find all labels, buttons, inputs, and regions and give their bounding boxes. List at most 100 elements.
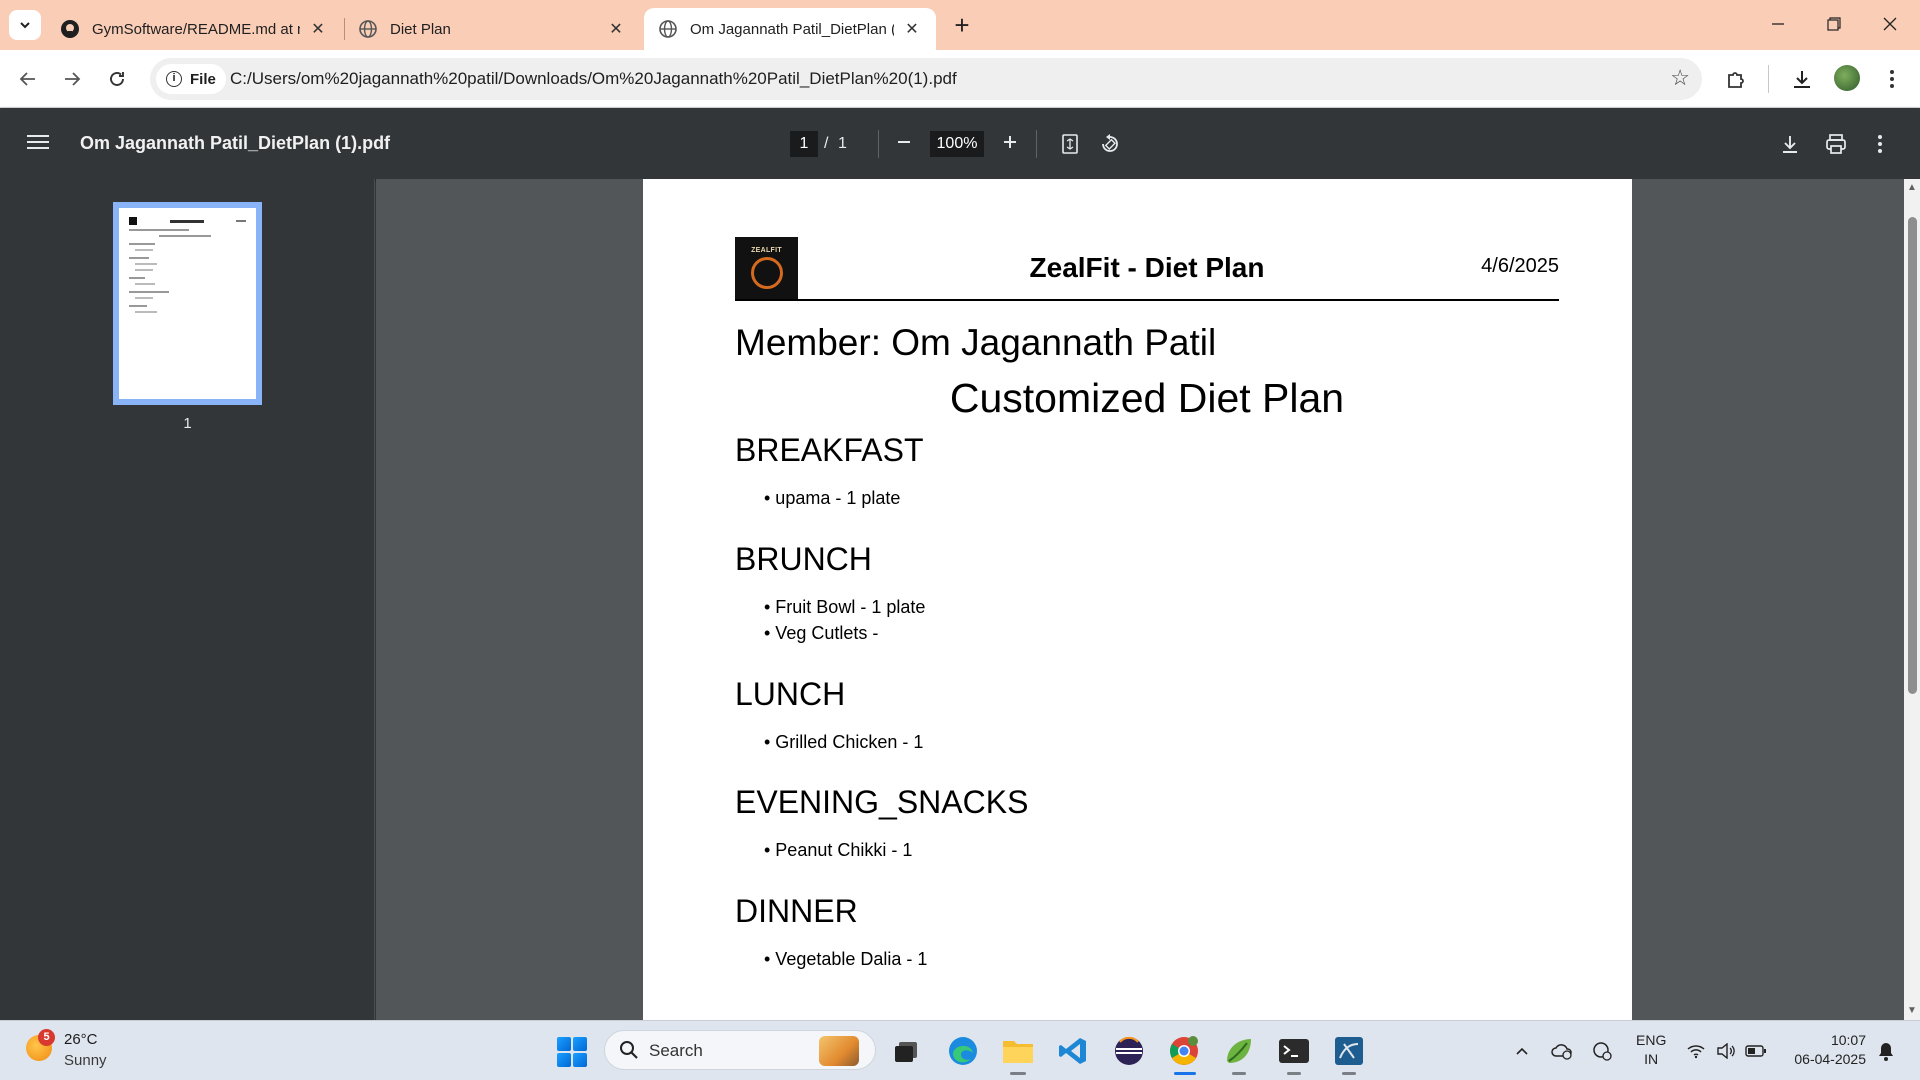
pdf-thumbnail-sidebar: 1 — [0, 179, 375, 1020]
tab-diet-plan[interactable]: Diet Plan ✕ — [344, 8, 640, 50]
url-text[interactable]: C:/Users/om%20jagannath%20patil/Download… — [230, 69, 957, 89]
pdf-toolbar: Om Jagannath Patil_DietPlan (1).pdf 1 / … — [0, 108, 1920, 179]
scrollbar-thumb[interactable] — [1908, 217, 1917, 694]
tab-search-button[interactable] — [9, 10, 41, 40]
pdf-download-button[interactable] — [1776, 130, 1804, 158]
pdf-document-area[interactable]: ZEALFIT ZealFit - Diet Plan 4/6/2025 Mem… — [376, 179, 1904, 1020]
browser-menu-button[interactable] — [1876, 63, 1908, 95]
downloads-button[interactable] — [1786, 63, 1818, 95]
close-tab-icon[interactable]: ✕ — [606, 19, 626, 39]
tab-strip: GymSoftware/README.md at m ✕ Diet Plan ✕… — [0, 0, 1920, 50]
section-heading-evening-snacks: EVENING_SNACKS — [735, 784, 1029, 820]
tab-title: GymSoftware/README.md at m — [92, 20, 300, 38]
weather-badge: 5 — [38, 1029, 55, 1046]
tab-github-readme[interactable]: GymSoftware/README.md at m ✕ — [46, 8, 342, 50]
site-info-chip[interactable]: i File — [156, 64, 226, 94]
windows-start-icon[interactable] — [557, 1037, 587, 1067]
search-label: Search — [649, 1041, 703, 1060]
windows-taskbar: 5 26°C Sunny Search ENG IN 10:07 06-04-2… — [0, 1020, 1920, 1080]
more-vertical-icon — [1878, 135, 1882, 153]
bookmark-star-icon[interactable]: ☆ — [1670, 67, 1690, 89]
arrow-right-icon — [65, 72, 81, 86]
document-title: ZealFit - Diet Plan — [1029, 252, 1265, 283]
list-item: • Vegetable Dalia - 1 — [764, 949, 928, 969]
scroll-down-icon[interactable]: ▼ — [1907, 1005, 1917, 1016]
close-tab-icon[interactable]: ✕ — [902, 19, 922, 39]
document-date: 4/6/2025 — [1481, 255, 1559, 277]
address-bar[interactable]: i File C:/Users/om%20jagannath%20patil/D… — [150, 58, 1702, 100]
forward-button[interactable] — [56, 63, 88, 95]
print-button[interactable] — [1822, 130, 1850, 158]
clock-date: 06-04-2025 — [1794, 1051, 1866, 1067]
restore-button[interactable] — [1806, 0, 1862, 48]
tab-title: Om Jagannath Patil_DietPlan (1). — [690, 20, 894, 38]
page-number-input[interactable]: 1 — [790, 131, 818, 157]
app-active-indicator — [1174, 1072, 1196, 1075]
page-separator: / — [824, 135, 829, 152]
close-tab-icon[interactable]: ✕ — [308, 19, 328, 39]
reload-icon — [110, 72, 124, 86]
zoom-level-input[interactable]: 100% — [930, 131, 984, 157]
list-item: • upama - 1 plate — [764, 488, 901, 508]
spring-tool-suite-icon[interactable] — [1222, 1034, 1256, 1068]
tab-diet-plan-pdf[interactable]: Om Jagannath Patil_DietPlan (1). ✕ — [644, 8, 936, 50]
taskbar-search[interactable]: Search — [604, 1030, 876, 1070]
site-info-label: File — [190, 70, 216, 88]
rotate-button[interactable] — [1096, 130, 1124, 158]
profile-avatar[interactable] — [1834, 65, 1860, 91]
section-heading-dinner: DINNER — [735, 893, 858, 929]
vertical-scrollbar[interactable]: ▲ ▼ — [1904, 179, 1920, 1020]
scroll-up-icon[interactable]: ▲ — [1907, 182, 1917, 193]
minus-icon — [898, 141, 910, 143]
task-view-icon[interactable] — [889, 1034, 923, 1068]
fit-page-icon — [1062, 134, 1078, 154]
vpn-shield-icon[interactable] — [1590, 1039, 1614, 1063]
toolbar-divider — [1768, 65, 1769, 93]
terminal-icon[interactable] — [1277, 1034, 1311, 1068]
mysql-workbench-icon[interactable] — [1332, 1034, 1366, 1068]
minimize-button[interactable] — [1750, 0, 1806, 48]
battery-icon[interactable] — [1744, 1039, 1768, 1063]
search-highlight-image — [819, 1036, 859, 1066]
clock-time: 10:07 — [1830, 1032, 1866, 1048]
file-explorer-icon[interactable] — [1001, 1034, 1035, 1068]
thumbnail-page-number: 1 — [183, 415, 192, 432]
system-clock[interactable]: 10:07 06-04-2025 — [1784, 1031, 1866, 1069]
back-button[interactable] — [12, 63, 44, 95]
list-item: • Peanut Chikki - 1 — [764, 840, 913, 860]
pdf-page: ZEALFIT ZealFit - Diet Plan 4/6/2025 Mem… — [643, 179, 1632, 1020]
temperature[interactable]: 26°C — [64, 1031, 98, 1048]
notification-bell-icon[interactable] — [1874, 1039, 1898, 1063]
search-icon — [620, 1041, 638, 1059]
close-window-button[interactable] — [1862, 0, 1918, 48]
chrome-icon[interactable] — [1167, 1034, 1201, 1068]
new-tab-button[interactable]: + — [948, 12, 976, 40]
app-running-indicator — [1232, 1072, 1246, 1075]
weather-condition[interactable]: Sunny — [64, 1052, 107, 1069]
section-heading-breakfast: BREAKFAST — [735, 432, 924, 468]
minimize-icon — [1772, 23, 1784, 25]
wifi-icon[interactable] — [1684, 1039, 1708, 1063]
sidebar-menu-icon[interactable] — [26, 131, 50, 155]
reload-button[interactable] — [101, 63, 133, 95]
pdf-more-button[interactable] — [1866, 130, 1894, 158]
page-thumbnail[interactable] — [113, 202, 262, 405]
vscode-icon[interactable] — [1056, 1034, 1090, 1068]
plus-icon — [1004, 136, 1016, 148]
onedrive-sync-icon[interactable] — [1550, 1039, 1574, 1063]
extensions-button[interactable] — [1720, 63, 1752, 95]
fit-to-page-button[interactable] — [1056, 130, 1084, 158]
toolbar-divider — [878, 130, 879, 158]
language-indicator[interactable]: ENG IN — [1636, 1031, 1666, 1069]
edge-browser-icon[interactable] — [946, 1034, 980, 1068]
restore-icon — [1827, 17, 1841, 31]
close-icon — [1883, 17, 1897, 31]
more-vertical-icon — [1890, 70, 1894, 88]
eclipse-icon[interactable] — [1112, 1034, 1146, 1068]
zoom-out-button[interactable] — [890, 130, 918, 158]
chevron-up-icon[interactable] — [1510, 1039, 1534, 1063]
volume-icon[interactable] — [1714, 1039, 1738, 1063]
zoom-in-button[interactable] — [996, 130, 1024, 158]
chevron-down-icon — [20, 22, 30, 29]
puzzle-icon — [1728, 72, 1744, 88]
